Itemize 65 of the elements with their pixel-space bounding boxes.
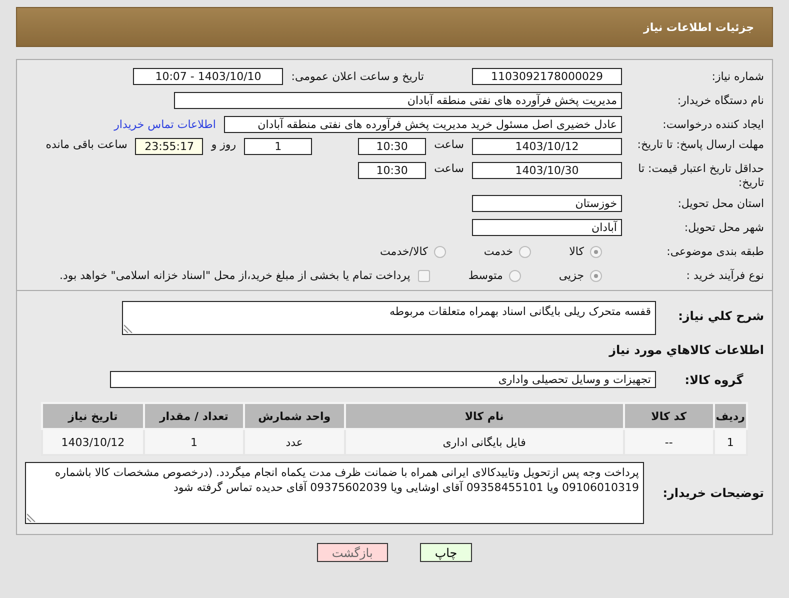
column-header: ردیف [714, 403, 747, 429]
announce-date-field: 1403/10/10 - 10:07 [133, 68, 284, 85]
field-label: ساعت [434, 138, 464, 151]
checkbox[interactable] [418, 270, 430, 282]
radio-label: جزیی [558, 269, 584, 282]
table-cell: 1 [144, 429, 244, 455]
column-header: تاریخ نیاز [42, 403, 144, 429]
table-cell: 1 [714, 429, 747, 455]
price-validity-date-field: 1403/10/30 [472, 162, 622, 179]
radio-label: کالا [569, 245, 584, 258]
section-heading: اطلاعات كالاهاي مورد نياز [608, 343, 764, 357]
field-label: حداقل تاریخ اعتبار قیمت: تا تاریخ: [637, 162, 764, 190]
remaining-time-field: 23:55:17 [135, 138, 204, 155]
radio-button[interactable] [519, 246, 532, 258]
field-label: گروه کالا: [684, 372, 744, 386]
field-label: نوع فرآیند خرید : [685, 268, 764, 282]
column-header: تعداد / مقدار [144, 403, 244, 429]
radio-button[interactable] [590, 270, 602, 282]
price-validity-time-field: 10:30 [358, 162, 426, 179]
field-label: تاریخ و ساعت اعلان عمومی: [291, 70, 424, 83]
description-textarea[interactable]: قفسه متحرک ریلی بایگانی اسناد بهمراه متعلقات مربوطه [122, 301, 656, 335]
field-label: روز و [211, 138, 236, 151]
field-label: شماره نیاز: [710, 70, 764, 84]
print-button[interactable]: چاپ [420, 543, 472, 562]
reply-date-field: 1403/10/12 [472, 138, 622, 155]
field-label: مهلت ارسال پاسخ: تا تاریخ: [636, 138, 764, 152]
table-cell: 1403/10/12 [42, 429, 144, 455]
days-field: 1 [244, 138, 312, 155]
table-cell: فایل بایگانی اداری [344, 429, 624, 455]
table-cell: عدد [244, 429, 345, 455]
field-label: شهر محل تحویل: [683, 220, 764, 234]
resize-grip-icon[interactable] [27, 513, 36, 522]
field-label: نام دستگاه خریدار: [676, 94, 764, 108]
page-header: جزئیات اطلاعات نیاز [16, 7, 773, 47]
column-header: کد کالا [624, 403, 714, 429]
field-label: ساعت باقی مانده [46, 138, 128, 151]
need-number-field: 1103092178000029 [472, 68, 622, 85]
column-header: واحد شمارش [244, 403, 345, 429]
radio-label: کالا/خدمت [380, 245, 428, 258]
buyer-notes-text: پرداخت وجه پس ازتحویل وتاییدکالای ایرانی همراه با ضمانت ظرف مدت یکماه انجام میگردد. (درخصوص مشخصات کالا باشماره 09106010319 ویا 09358455101 آقای اوشایی ویا 09375602039 آقای حدیده تماس گرفته شود [54, 466, 639, 494]
checkbox-label: پرداخت تمام یا بخشی از مبلغ خرید،از محل "اسناد خزانه اسلامی" خواهد بود. [60, 269, 410, 282]
radio-button[interactable] [590, 246, 602, 258]
field-label: طبقه بندی موضوعی: [666, 244, 764, 258]
buyer-org-field: مدیریت پخش فرآورده های نفتی منطقه آبادان [174, 92, 622, 109]
resize-grip-icon[interactable] [124, 324, 133, 333]
description-text: قفسه متحرک ریلی بایگانی اسناد بهمراه متعلقات مربوطه [389, 305, 651, 318]
buyer-notes-textarea[interactable]: پرداخت وجه پس ازتحویل وتاییدکالای ایرانی همراه با ضمانت ظرف مدت یکماه انجام میگردد. (درخصوص مشخصات کالا باشماره 09106010319 ویا 09358455101 آقای اوشایی ویا 09375602039 آقای حدیده تماس گرفته شود [25, 462, 644, 524]
requester-field: عادل خضیری اصل مسئول خرید مدیریت پخش فرآورده های نفتی منطقه آبادان [224, 116, 622, 133]
field-label: شرح كلي نياز: [677, 308, 764, 323]
radio-label: متوسط [468, 269, 503, 282]
column-header: نام کالا [344, 403, 624, 429]
radio-button[interactable] [434, 246, 446, 258]
reply-time-field: 10:30 [358, 138, 426, 155]
radio-label: خدمت [484, 245, 514, 258]
back-button[interactable]: بازگشت [316, 543, 388, 562]
radio-button[interactable] [508, 270, 521, 282]
city-field: آبادان [472, 219, 622, 236]
field-label: استان محل تحویل: [676, 196, 764, 210]
field-label: ایجاد کننده درخواست: [662, 118, 764, 132]
field-label: توضیحات خریدار: [662, 486, 764, 500]
province-field: خوزستان [472, 195, 622, 212]
buyer-contact-link[interactable]: اطلاعات تماس خریدار [114, 118, 216, 131]
table-cell: -- [624, 429, 714, 455]
field-label: ساعت [434, 162, 464, 175]
goods-group-field: تجهیزات و وسایل تحصیلی واداری [110, 371, 656, 388]
